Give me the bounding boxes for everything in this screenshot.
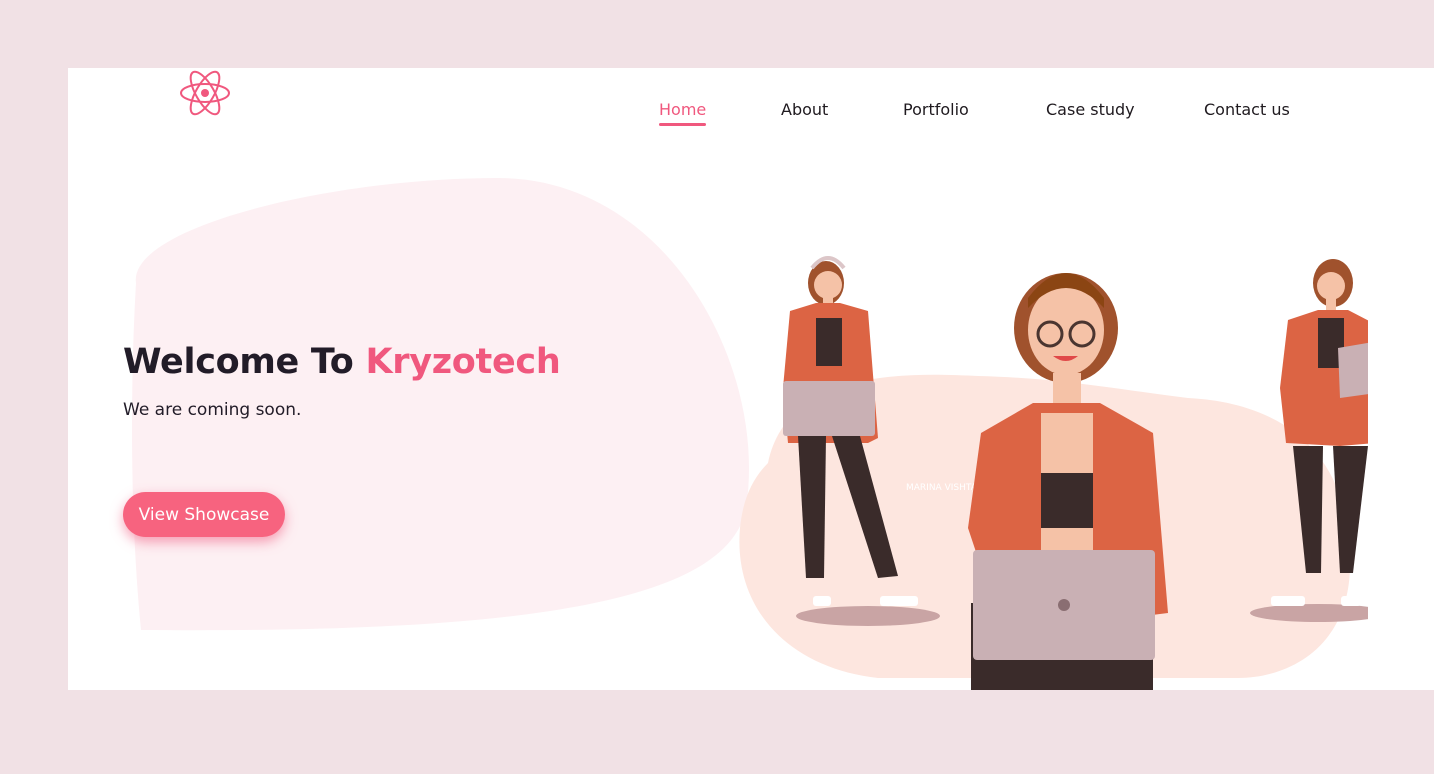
nav-link-portfolio[interactable]: Portfolio bbox=[903, 99, 969, 121]
hero-title-brand: Kryzotech bbox=[365, 342, 561, 382]
center-woman-figure bbox=[968, 273, 1168, 690]
hero-illustration: MARINA VISHTAK bbox=[739, 256, 1368, 690]
view-showcase-button[interactable]: View Showcase bbox=[123, 492, 285, 537]
hero-title-prefix: Welcome To bbox=[123, 342, 366, 382]
nav-link-about[interactable]: About bbox=[781, 99, 828, 121]
hero-subtitle: We are coming soon. bbox=[123, 400, 302, 420]
nav-link-home[interactable]: Home bbox=[659, 99, 707, 126]
hero-title: Welcome To Kryzotech bbox=[123, 342, 561, 382]
nav-link-contact-us[interactable]: Contact us bbox=[1204, 99, 1290, 121]
nav-link-case-study[interactable]: Case study bbox=[1046, 99, 1135, 121]
illustration-signature: MARINA VISHTAK bbox=[906, 483, 984, 493]
landing-page: Home About Portfolio Case study Contact … bbox=[68, 68, 1434, 690]
main-nav: Home About Portfolio Case study Contact … bbox=[68, 99, 1434, 129]
